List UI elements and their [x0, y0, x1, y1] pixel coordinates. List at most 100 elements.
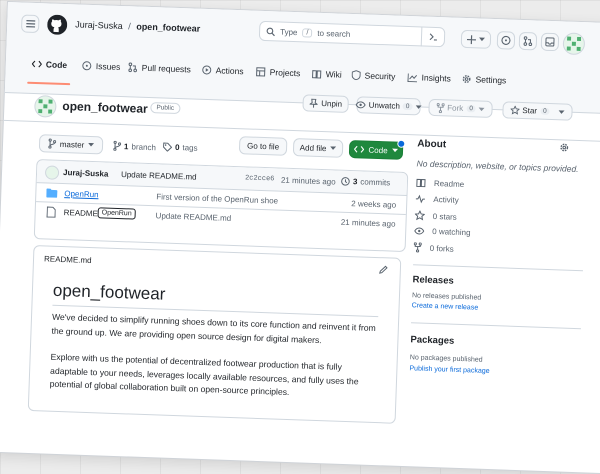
pencil-icon[interactable]	[379, 265, 388, 274]
plus-icon	[466, 34, 477, 44]
unpin-label: Unpin	[321, 98, 343, 109]
commit-author[interactable]: Juraj-Suska	[63, 168, 109, 179]
releases-heading[interactable]: Releases	[412, 274, 454, 286]
tab-label: Insights	[421, 72, 452, 84]
tab-label: Issues	[95, 61, 121, 72]
commit-hash[interactable]: 2c2cce6	[245, 174, 275, 183]
fork-icon	[413, 242, 422, 253]
code-button[interactable]: Code	[348, 139, 406, 160]
tags-link[interactable]: 0 tags	[163, 142, 198, 153]
tag-icon	[163, 142, 173, 152]
unpin-button[interactable]: Unpin	[302, 94, 349, 113]
create-new-button[interactable]	[460, 29, 492, 49]
tab-insights[interactable]: Insights	[407, 72, 451, 84]
menu-button[interactable]	[20, 14, 40, 34]
readme-filename[interactable]: README.md	[44, 254, 92, 265]
repo-name[interactable]: open_footwear	[62, 99, 148, 116]
watchers-link[interactable]: 0 watching	[414, 226, 471, 237]
tab-actions[interactable]: Actions	[202, 65, 244, 76]
repo-link[interactable]: open_footwear	[136, 21, 200, 33]
tab-settings[interactable]: Settings	[461, 74, 507, 86]
tab-wiki[interactable]: Wiki	[312, 69, 342, 80]
pull-requests-button[interactable]	[518, 31, 538, 51]
tab-projects[interactable]: Projects	[256, 67, 301, 78]
code-icon	[354, 145, 365, 153]
tooltip: OpenRun	[97, 207, 136, 220]
tab-label: Security	[364, 70, 396, 82]
code-button-label: Code	[368, 145, 388, 155]
tab-issues[interactable]: Issues	[82, 61, 121, 72]
star-button[interactable]: Star 0	[502, 101, 573, 121]
hamburger-icon	[25, 20, 35, 28]
star-icon	[414, 210, 425, 221]
play-icon	[202, 65, 212, 75]
fork-count: 0	[466, 105, 476, 113]
inbox-button[interactable]	[540, 32, 560, 52]
tab-code[interactable]: Code	[31, 59, 68, 71]
pull-request-icon	[128, 62, 138, 73]
tab-label: Code	[45, 59, 68, 71]
book-icon	[312, 69, 322, 78]
tab-pull-requests[interactable]: Pull requests	[128, 62, 191, 74]
chevron-down-icon	[391, 148, 398, 153]
issues-button[interactable]	[496, 31, 516, 50]
add-file-label: Add file	[299, 142, 327, 153]
tag-count: 0	[174, 142, 180, 153]
search-icon	[266, 27, 275, 36]
repo-owner-avatar	[34, 94, 57, 118]
search-input[interactable]: Type / to search	[258, 20, 446, 48]
create-release-link[interactable]: Create a new release	[412, 302, 479, 311]
tab-label: Wiki	[325, 69, 342, 80]
branch-count: 1	[123, 141, 129, 151]
terminal-icon	[428, 33, 437, 41]
issue-icon	[82, 61, 92, 71]
command-palette-button[interactable]	[420, 26, 445, 48]
commit-time: 21 minutes ago	[280, 175, 336, 187]
readme-link[interactable]: Readme	[416, 178, 464, 189]
identicon-icon	[566, 36, 582, 52]
divider	[413, 264, 583, 272]
file-name[interactable]: OpenRun	[64, 189, 99, 199]
go-to-file-button[interactable]: Go to file	[238, 136, 288, 156]
tag-count-label: tags	[182, 143, 198, 153]
fork-label: Fork	[447, 103, 464, 113]
readme-panel: README.md open_footwear We've decided to…	[27, 245, 402, 424]
gear-icon[interactable]	[559, 142, 569, 152]
book-icon	[416, 178, 426, 188]
star-label: Star	[522, 106, 538, 116]
pin-icon	[309, 98, 318, 108]
publish-package-link[interactable]: Publish your first package	[409, 365, 489, 375]
add-file-button[interactable]: Add file	[292, 138, 344, 158]
chevron-down-icon	[478, 106, 485, 111]
file-commit-message[interactable]: First version of the OpenRun shoe	[156, 192, 278, 205]
github-logo-icon[interactable]	[47, 14, 68, 35]
commit-message[interactable]: Update README.md	[121, 170, 197, 182]
sidebar-item-label: 0 forks	[429, 243, 454, 254]
sidebar-item-label: Activity	[433, 194, 459, 205]
packages-heading[interactable]: Packages	[410, 334, 454, 347]
file-commit-message[interactable]: Update README.md	[155, 211, 231, 223]
star-icon	[510, 105, 520, 115]
fork-button[interactable]: Fork 0	[428, 98, 493, 118]
unwatch-button[interactable]: Unwatch 0	[355, 96, 422, 116]
stars-link[interactable]: 0 stars	[414, 210, 457, 221]
user-avatar[interactable]	[562, 32, 586, 56]
shield-icon	[351, 70, 361, 81]
commit-count-label: commits	[360, 177, 391, 188]
branches-link[interactable]: 1 branch	[113, 140, 156, 152]
pulse-icon	[415, 194, 425, 204]
tab-label: Settings	[475, 74, 507, 86]
commit-author-avatar	[44, 165, 60, 180]
branch-name: master	[59, 139, 85, 150]
branch-selector[interactable]: master	[38, 134, 104, 155]
history-icon	[341, 177, 350, 186]
forks-link[interactable]: 0 forks	[413, 242, 454, 254]
unwatch-label: Unwatch	[368, 100, 401, 111]
commits-link[interactable]: 3 commits	[341, 177, 391, 188]
owner-link[interactable]: Juraj-Suska	[75, 19, 123, 31]
activity-link[interactable]: Activity	[415, 194, 459, 205]
search-shortcut-key: /	[302, 27, 313, 38]
tab-security[interactable]: Security	[351, 70, 396, 82]
browser-window: Juraj-Suska / open_footwear Type / to se…	[0, 2, 600, 474]
eye-icon	[414, 227, 425, 235]
